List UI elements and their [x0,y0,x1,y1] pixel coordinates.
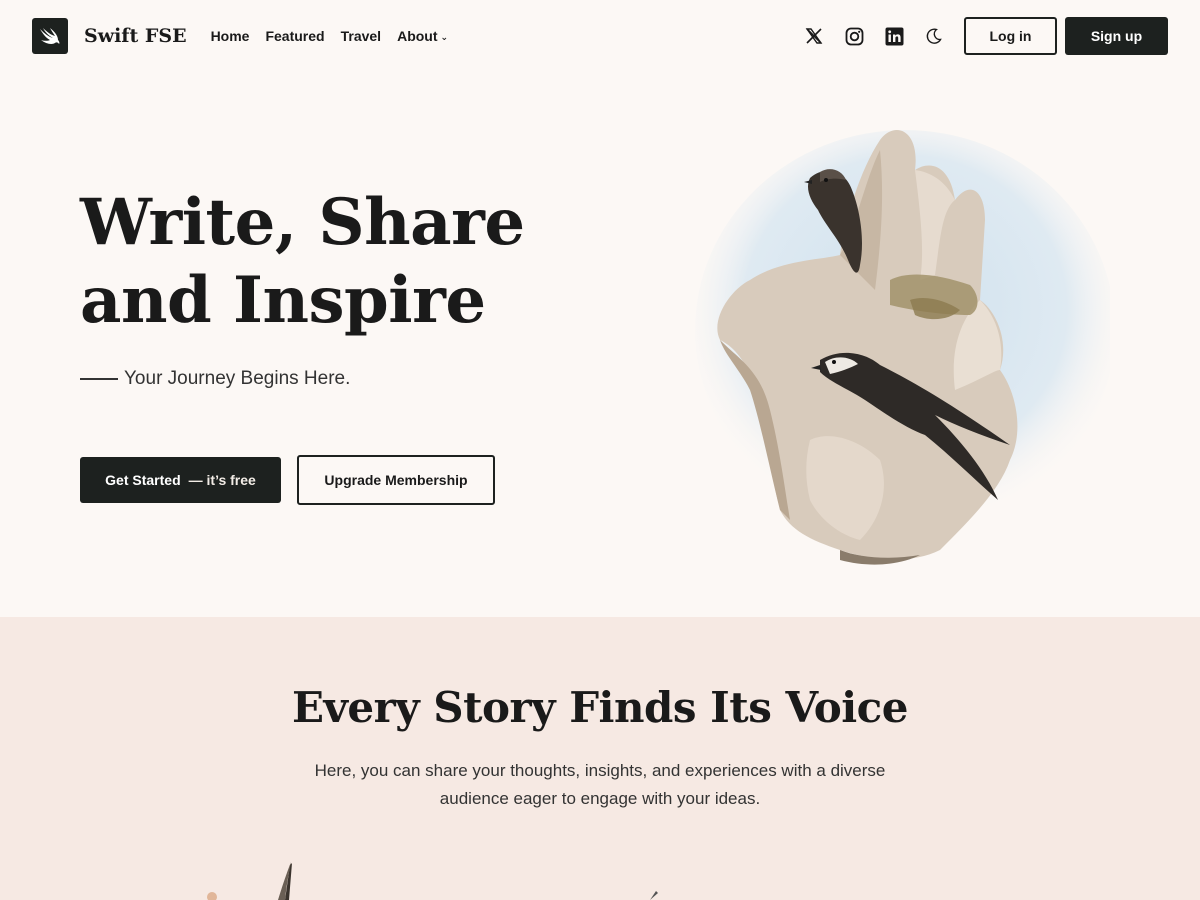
swift-bird-icon [40,28,60,44]
nav-item-about-label: About [397,28,438,44]
hero-title: Write, Share and Inspire [80,184,560,340]
get-started-button[interactable]: Get Started — it’s free [80,457,281,503]
story-section-title: Every Story Finds Its Voice [292,683,908,732]
section-illustration [207,862,658,900]
header-actions: Log in Sign up [804,17,1168,55]
nav-item-travel[interactable]: Travel [341,28,381,44]
nav-item-featured[interactable]: Featured [265,28,324,44]
site-header: Swift FSE Home Featured Travel About ⌄ Lo… [0,0,1200,72]
hero-subtitle: Your Journey Begins Here. [80,368,350,390]
signup-button[interactable]: Sign up [1065,17,1168,55]
nav-item-home[interactable]: Home [211,28,250,44]
hero-title-line2: and Inspire [80,263,486,338]
social-links [804,26,944,46]
instagram-icon[interactable] [844,26,864,46]
story-section: Every Story Finds Its Voice Here, you ca… [0,617,1200,900]
hero-illustration [695,130,1110,565]
upgrade-membership-button[interactable]: Upgrade Membership [297,455,495,505]
subtitle-dash [80,378,118,380]
hero-title-line1: Write, Share [80,185,525,260]
x-icon[interactable] [804,26,824,46]
story-section-text: Here, you can share your thoughts, insig… [314,761,886,808]
chevron-down-icon: ⌄ [440,31,449,42]
linkedin-icon[interactable] [884,26,904,46]
site-title[interactable]: Swift FSE [84,25,187,47]
nav-item-about[interactable]: About ⌄ [397,28,448,44]
get-started-label: Get Started [105,472,181,488]
get-started-suffix: — it’s free [188,472,256,488]
hero-subtitle-text: Your Journey Begins Here. [124,368,351,389]
login-button[interactable]: Log in [964,17,1057,55]
site-logo[interactable] [32,18,68,54]
main-nav: Home Featured Travel About ⌄ [211,28,449,44]
moon-icon[interactable] [924,26,944,46]
